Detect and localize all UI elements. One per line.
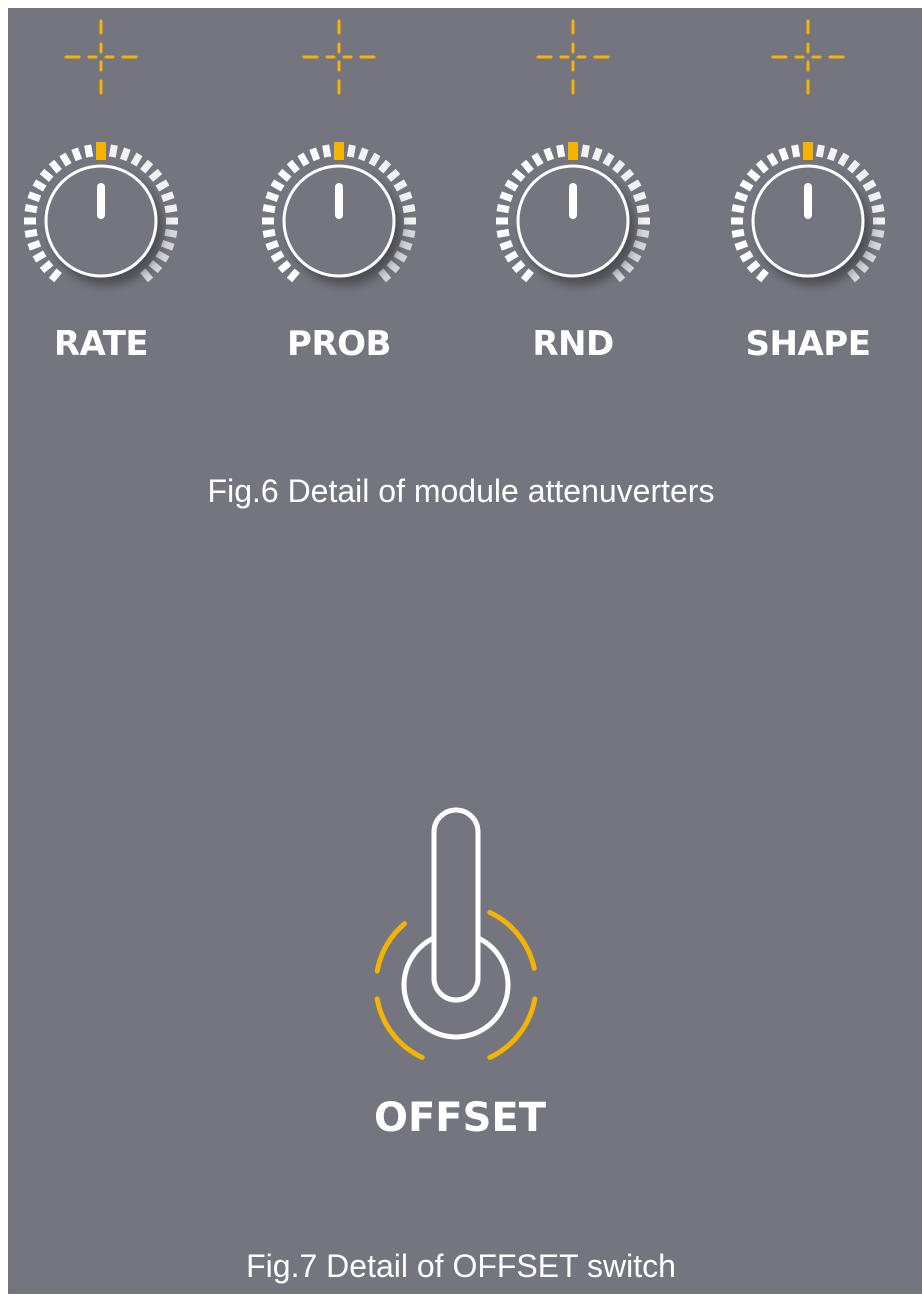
knob-pointer [804, 183, 812, 219]
crosshair-icon [64, 19, 138, 95]
offset-label: OFFSET [373, 1095, 547, 1141]
crosshair-icon [771, 19, 845, 95]
knob-pointer [97, 183, 105, 219]
center-marker [803, 142, 813, 160]
attenuverter-knob[interactable] [24, 19, 178, 283]
center-marker [568, 142, 578, 160]
rnd-label: RND [532, 324, 614, 364]
prob-label: PROB [287, 324, 391, 364]
crosshair-icon [536, 19, 610, 95]
attenuverter-knob[interactable] [496, 19, 650, 283]
attenuverter-knob[interactable] [262, 19, 416, 283]
figure-7-caption: Fig.7 Detail of OFFSET switch [246, 1248, 676, 1284]
crosshair-icon [302, 19, 376, 95]
shape-label: SHAPE [745, 324, 871, 364]
knob-pointer [335, 183, 343, 219]
attenuverter-knob[interactable] [731, 19, 885, 283]
knob-pointer [569, 183, 577, 219]
rate-label: RATE [53, 324, 149, 364]
center-marker [334, 142, 344, 160]
toggle-switch-icon[interactable] [374, 807, 538, 1060]
figure-6-caption: Fig.6 Detail of module attenuverters [207, 473, 715, 509]
center-marker [96, 142, 106, 160]
manual-page: RATE PROB RND SHAPE Fig.6 Detail of modu… [0, 0, 922, 1301]
